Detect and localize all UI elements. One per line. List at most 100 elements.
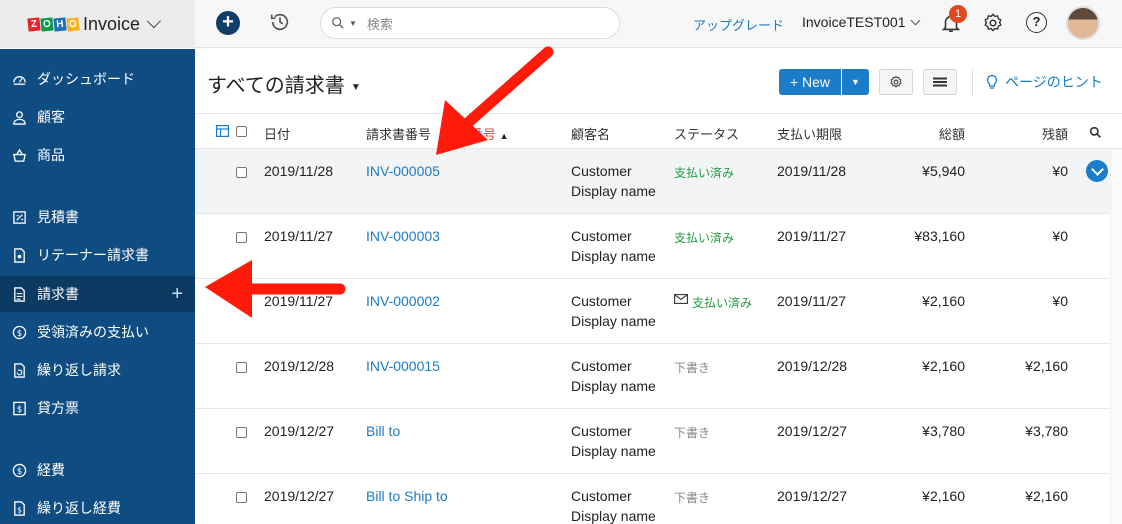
row-checkbox[interactable] <box>236 232 247 243</box>
notification-badge: 1 <box>949 5 967 23</box>
sidebar-item-invoices[interactable]: 請求書 + <box>0 276 195 312</box>
new-invoice-plus-icon[interactable]: + <box>171 283 183 306</box>
new-invoice-button[interactable]: + New <box>779 69 841 95</box>
gear-icon <box>890 75 902 88</box>
sidebar-item-credit-notes[interactable]: $ 貸方票 <box>0 390 195 426</box>
sidebar-item-recurring-expenses[interactable]: $ 繰り返し経費 <box>0 490 195 524</box>
row-actions-dropdown[interactable] <box>1086 160 1108 182</box>
status-badge: 下書き <box>674 361 711 375</box>
help-icon[interactable]: ? <box>1026 12 1047 33</box>
status-badge: 下書き <box>674 491 711 505</box>
quick-create-button[interactable]: + <box>216 11 240 35</box>
invoice-number-link[interactable]: INV-000005 <box>366 163 440 179</box>
search-input[interactable]: 検索 <box>367 14 393 33</box>
col-invoice-number[interactable]: 請求書番号 <box>366 124 431 143</box>
row-total: ¥2,160 <box>922 293 965 309</box>
search-icon[interactable] <box>1089 126 1102 139</box>
more-menu-button[interactable] <box>923 69 957 95</box>
row-balance: ¥2,160 <box>1025 358 1068 374</box>
sidebar-item-recurring-invoices[interactable]: 繰り返し請求 <box>0 352 195 388</box>
status-badge: 支払い済み <box>674 231 735 245</box>
chevron-down-icon <box>146 14 161 29</box>
row-date: 2019/12/28 <box>264 358 335 374</box>
col-order-number[interactable]: 注文番号 ▲ <box>444 124 509 143</box>
org-switcher[interactable]: InvoiceTEST001 <box>802 14 920 30</box>
top-bar: Z O H O Invoice + ▼ 検索 アップグレード InvoiceTE… <box>0 0 1122 48</box>
row-checkbox[interactable] <box>236 427 247 438</box>
row-total: ¥3,780 <box>922 423 965 439</box>
customer-line2: Display name <box>571 443 656 459</box>
history-icon[interactable] <box>269 11 291 33</box>
table-row[interactable]: 2019/11/27 INV-000003 Customer Display na… <box>195 214 1122 279</box>
table-row[interactable]: 2019/11/27 INV-000002 Customer Display na… <box>195 279 1122 344</box>
row-checkbox[interactable] <box>236 167 247 178</box>
row-checkbox[interactable] <box>236 362 247 373</box>
sidebar-item-payments-received[interactable]: $ 受領済みの支払い <box>0 314 195 350</box>
scrollbar[interactable] <box>1110 150 1122 524</box>
sidebar-item-retainer-invoices[interactable]: リテーナー請求書 <box>0 237 195 273</box>
col-due-date[interactable]: 支払い期限 <box>777 124 842 143</box>
table-row[interactable]: 2019/11/28 INV-000005 Customer Display na… <box>195 149 1122 214</box>
row-due-date: 2019/12/28 <box>777 358 848 374</box>
sidebar-item-items[interactable]: 商品 <box>0 137 195 173</box>
row-total: ¥2,160 <box>922 488 965 504</box>
table-row[interactable]: 2019/12/28 INV-000015 Customer Display na… <box>195 344 1122 409</box>
invoice-number-link[interactable]: INV-000015 <box>366 358 440 374</box>
col-customer[interactable]: 顧客名 <box>571 124 610 143</box>
customer-line2: Display name <box>571 183 656 199</box>
table-row[interactable]: 2019/12/27 Bill to Customer Display name … <box>195 409 1122 474</box>
caret-down-icon: ▼ <box>350 82 361 93</box>
sidebar-item-label: 請求書 <box>37 286 79 302</box>
sidebar-item-estimates[interactable]: 見積書 <box>0 199 195 235</box>
col-status[interactable]: ステータス <box>674 124 739 143</box>
sidebar-item-dashboard[interactable]: ダッシュボード <box>0 61 195 97</box>
search-icon <box>332 17 344 29</box>
row-customer: Customer Display name <box>571 226 656 266</box>
org-name: InvoiceTEST001 <box>802 14 906 30</box>
upgrade-link[interactable]: アップグレード <box>693 15 784 34</box>
row-due-date: 2019/11/27 <box>777 228 847 244</box>
hint-label: ページのヒント <box>1005 74 1103 90</box>
gear-icon[interactable] <box>982 12 1004 34</box>
col-balance[interactable]: 残額 <box>998 124 1068 143</box>
col-total[interactable]: 総額 <box>895 124 965 143</box>
settings-button[interactable] <box>879 69 913 95</box>
app-name: Invoice <box>83 13 141 34</box>
invoice-number-link[interactable]: INV-000002 <box>366 293 440 309</box>
col-order-number-label: 注文番号 <box>444 127 497 142</box>
row-due-date: 2019/11/27 <box>777 293 847 309</box>
sidebar-item-label: 繰り返し経費 <box>37 500 121 516</box>
app-switcher[interactable]: Z O H O Invoice <box>0 0 195 48</box>
row-customer: Customer Display name <box>571 421 656 461</box>
sidebar-item-label: リテーナー請求書 <box>37 247 149 263</box>
sidebar-item-expenses[interactable]: $ 経費 <box>0 452 195 488</box>
svg-text:$: $ <box>17 505 22 514</box>
search-scope-caret[interactable]: ▼ <box>349 19 357 28</box>
sidebar-item-customers[interactable]: 顧客 <box>0 99 195 135</box>
row-checkbox[interactable] <box>236 297 247 308</box>
row-customer: Customer Display name <box>571 356 656 396</box>
search-box[interactable]: ▼ 検索 <box>320 7 620 39</box>
customer-line1: Customer <box>571 358 632 374</box>
svg-text:$: $ <box>17 327 22 337</box>
select-all-checkbox[interactable] <box>236 126 247 137</box>
avatar[interactable] <box>1066 6 1100 40</box>
invoice-number-link[interactable]: Bill to Ship to <box>366 488 448 504</box>
new-options-dropdown[interactable]: ▼ <box>842 69 869 95</box>
invoice-number-link[interactable]: INV-000003 <box>366 228 440 244</box>
sort-asc-icon: ▲ <box>499 131 509 141</box>
row-due-date: 2019/11/28 <box>777 163 847 179</box>
page-title[interactable]: すべての請求書 ▼ <box>207 69 361 98</box>
table-row[interactable]: 2019/12/27 Bill to Ship to Customer Displ… <box>195 474 1122 524</box>
plus-icon: + <box>222 11 234 33</box>
row-checkbox[interactable] <box>236 492 247 503</box>
expense-icon: $ <box>12 463 27 477</box>
row-balance: ¥0 <box>1052 163 1068 179</box>
col-date[interactable]: 日付 <box>264 124 290 143</box>
retainer-icon <box>14 247 25 263</box>
status-badge: 支払い済み <box>692 296 753 310</box>
row-balance: ¥0 <box>1052 228 1068 244</box>
page-hints-link[interactable]: ページのヒント <box>972 69 1103 95</box>
column-settings-icon[interactable] <box>216 125 229 137</box>
invoice-number-link[interactable]: Bill to <box>366 423 400 439</box>
